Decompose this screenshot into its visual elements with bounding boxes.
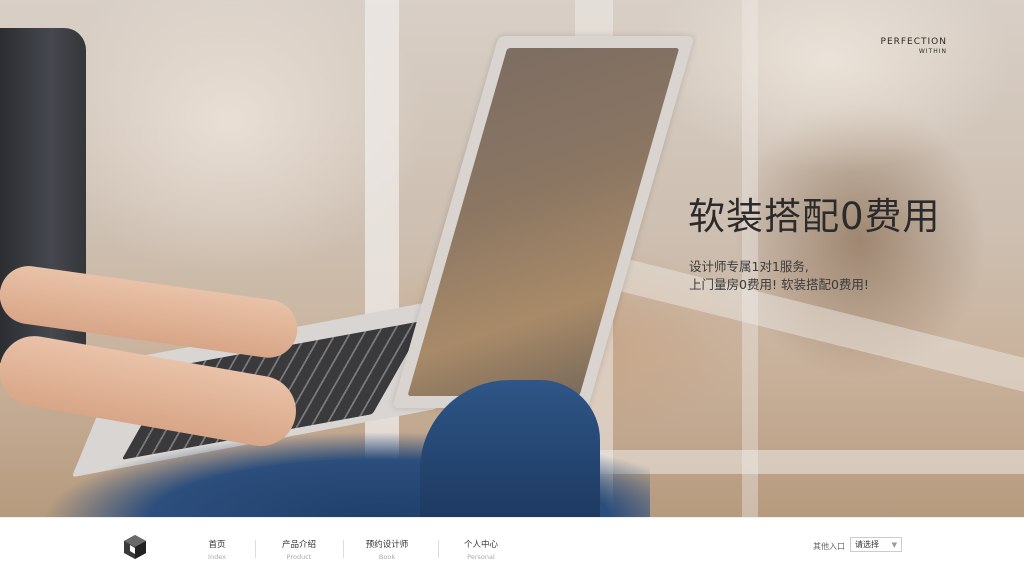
brand-line-1: PERFECTION [880,37,947,47]
hero-headline: 软装搭配0费用 [688,195,941,238]
nav-sublabel: Book [378,553,396,561]
laptop-screen [392,36,695,408]
footer-nav-bar: 首页 Index 产品介绍 Product 预约设计师 Book 个人中心 Pe… [0,517,1024,576]
nav-item-book[interactable]: 预约设计师 Book [362,538,412,561]
select-value: 请选择 [855,540,879,549]
other-entry-select[interactable]: 请选择 ▼ [850,537,902,552]
nav-divider [255,540,256,558]
nav-label: 产品介绍 [281,540,316,550]
hero-subline-2: 上门量房0费用! 软装搭配0费用! [689,277,869,292]
nav-label: 预约设计师 [365,540,409,550]
cube-logo-icon[interactable] [122,534,148,560]
nav-sublabel: Product [286,553,312,561]
nav-item-product[interactable]: 产品介绍 Product [278,538,320,561]
nav-item-index[interactable]: 首页 Index [200,538,234,561]
nav-label: 个人中心 [463,540,498,550]
nav-item-personal[interactable]: 个人中心 Personal [460,538,502,561]
nav-sublabel: Personal [467,553,495,561]
nav-divider [343,540,344,558]
nav-label: 首页 [208,540,226,550]
brand-tagline: PERFECTION WITHIN [881,37,947,55]
nav-divider [438,540,439,558]
hero-subline-1: 设计师专属1对1服务, [689,259,809,274]
brand-line-2: WITHIN [918,48,947,55]
nav-sublabel: Index [208,553,226,561]
hero-banner: PERFECTION WITHIN 软装搭配0费用 设计师专属1对1服务, 上门… [0,0,1024,517]
other-entry-label: 其他入口 [813,542,845,551]
window-sill [600,450,1024,474]
chevron-down-icon: ▼ [891,540,897,549]
laptop-display [407,48,680,396]
